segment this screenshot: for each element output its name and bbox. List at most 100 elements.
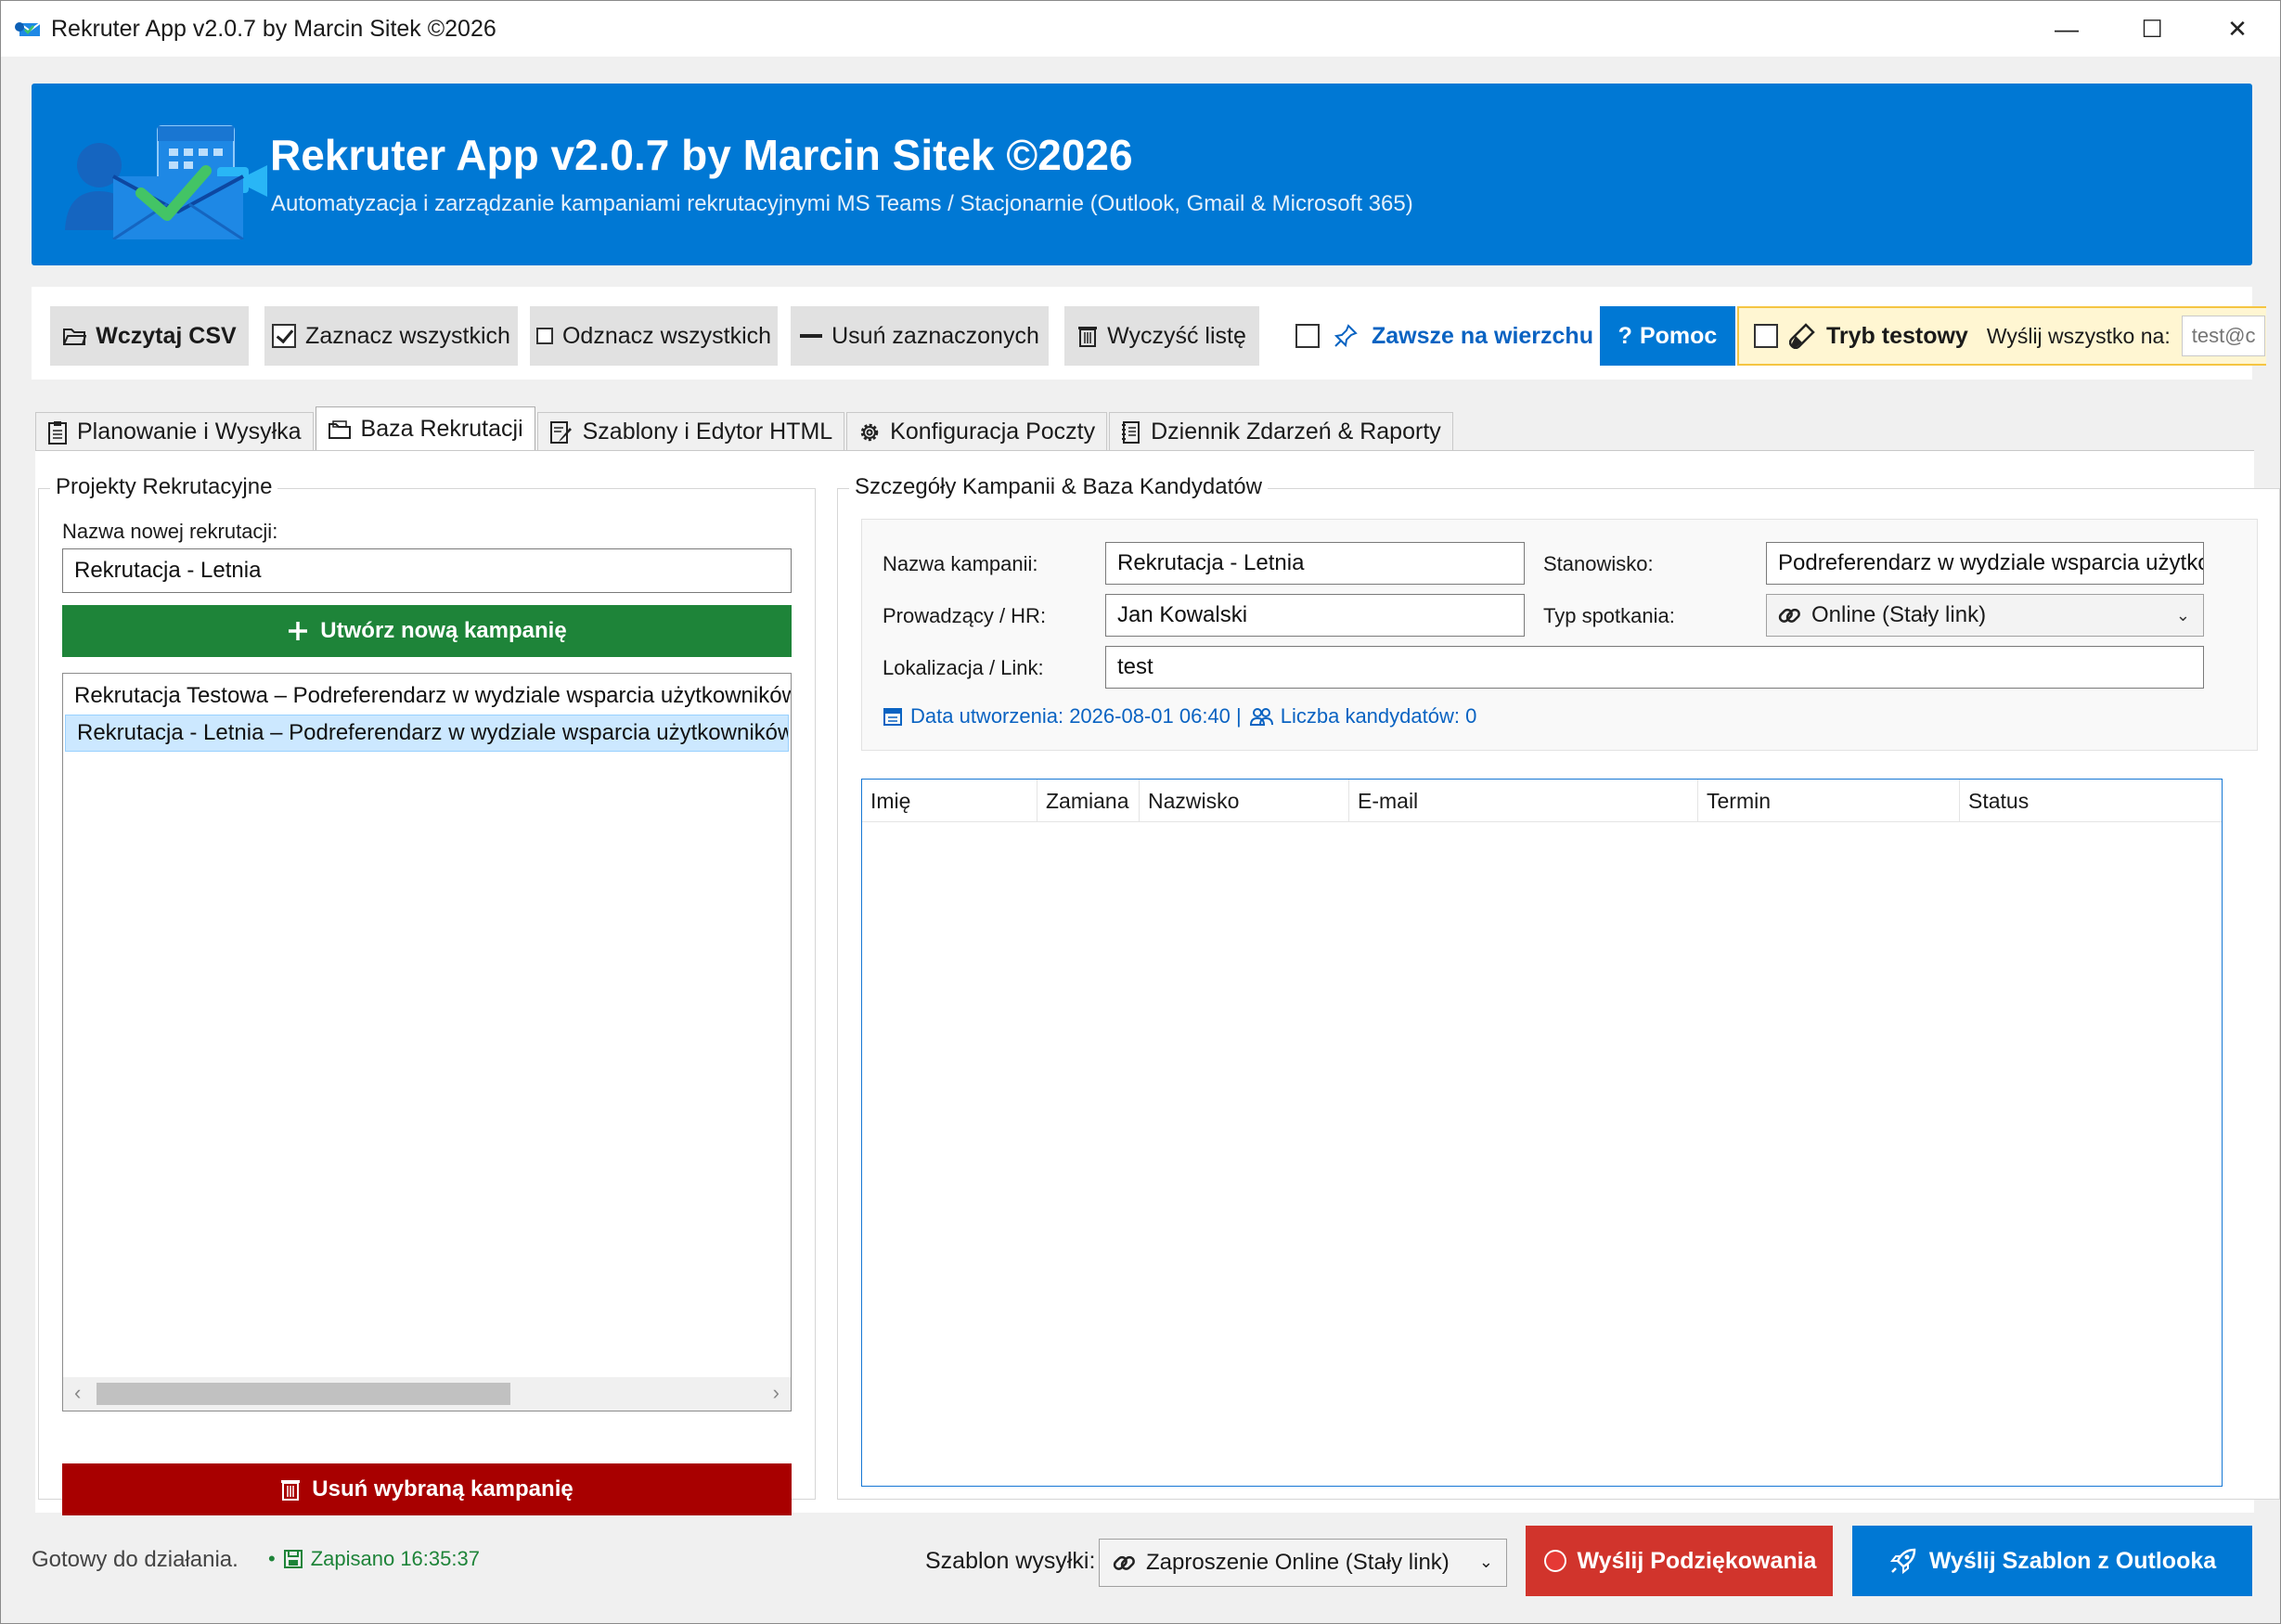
clipboard-icon [47, 420, 68, 445]
maximize-icon: ☐ [2141, 14, 2163, 43]
column-header-last-name[interactable]: Nazwisko [1140, 780, 1349, 822]
table-header: Imię Zamiana Nazwisko E-mail Termin Stat… [862, 780, 2222, 822]
clear-list-label: Wyczyść listę [1107, 322, 1246, 349]
help-label: Pomoc [1639, 322, 1718, 349]
maximize-button[interactable]: ☐ [2109, 1, 2195, 57]
select-all-label: Zaznacz wszystkich [305, 322, 510, 349]
people-icon [1249, 706, 1273, 727]
remove-selected-button[interactable]: Usuń zaznaczonych [791, 306, 1049, 366]
deselect-all-button[interactable]: Odznacz wszystkich [530, 306, 778, 366]
projects-group: Projekty Rekrutacyjne Nazwa nowej rekrut… [38, 474, 816, 1515]
select-all-button[interactable]: Zaznacz wszystkich [264, 306, 518, 366]
meeting-type-select[interactable]: Online (Stały link) ⌄ [1766, 594, 2204, 637]
scroll-left-icon[interactable]: ‹ [74, 1381, 81, 1405]
clear-list-button[interactable]: Wyczyść listę [1064, 306, 1259, 366]
tab-recruitment-db[interactable]: Baza Rekrutacji [315, 406, 535, 451]
tab-templates[interactable]: Szablony i Edytor HTML [536, 412, 845, 451]
red-circle-icon [1542, 1548, 1568, 1574]
hr-label: Prowadzący / HR: [883, 604, 1047, 627]
send-thanks-label: Wyślij Podziękowania [1577, 1547, 1817, 1574]
delete-campaign-button[interactable]: Usuń wybraną kampanię [62, 1463, 792, 1515]
template-select[interactable]: Zaproszenie Online (Stały link) ⌄ [1099, 1539, 1507, 1587]
header-banner: Rekruter App v2.0.7 by Marcin Sitek ©202… [32, 84, 2252, 265]
position-label: Stanowisko: [1543, 552, 1654, 575]
rocket-icon [1888, 1546, 1918, 1576]
checkbox-checked-icon [272, 324, 297, 348]
tab-event-log[interactable]: Dziennik Zdarzeń & Raporty [1109, 412, 1453, 451]
tab-mail-config-label: Konfiguracja Poczty [890, 419, 1096, 445]
trash-icon [280, 1477, 301, 1502]
tab-strip: Planowanie i Wysyłka Baza Rekrutacji Sza… [35, 406, 1455, 451]
trash-icon [1077, 324, 1098, 348]
app-logo-icon [65, 125, 267, 239]
load-csv-button[interactable]: Wczytaj CSV [50, 306, 249, 366]
pin-icon [1333, 323, 1359, 349]
campaign-list-item-selected[interactable]: Rekrutacja - Letnia – Podreferendarz w w… [65, 715, 789, 752]
send-outlook-label: Wyślij Szablon z Outlooka [1928, 1547, 2217, 1574]
campaign-list[interactable]: Rekrutacja Testowa – Podreferendarz w wy… [62, 673, 792, 1411]
close-button[interactable]: ✕ [2195, 1, 2280, 57]
new-campaign-name-input[interactable]: Rekrutacja - Letnia [62, 548, 792, 593]
campaign-name-input[interactable]: Rekrutacja - Letnia [1105, 542, 1525, 585]
window-title: Rekruter App v2.0.7 by Marcin Sitek ©202… [51, 15, 496, 42]
title-bar: Rekruter App v2.0.7 by Marcin Sitek ©202… [1, 1, 2280, 57]
position-input[interactable]: Podreferendarz w wydziale wsparcia użytk… [1766, 542, 2204, 585]
send-all-to-input[interactable] [2181, 316, 2265, 356]
candidate-count-text: Liczba kandydatów: 0 [1280, 704, 1477, 728]
delete-campaign-label: Usuń wybraną kampanię [312, 1476, 573, 1502]
chevron-down-icon: ⌄ [2175, 606, 2190, 625]
candidates-table[interactable]: Imię Zamiana Nazwisko E-mail Termin Stat… [861, 779, 2223, 1487]
location-input[interactable]: test [1105, 646, 2204, 689]
column-header-email[interactable]: E-mail [1349, 780, 1698, 822]
test-mode-label: Tryb testowy [1826, 322, 1968, 349]
minimize-button[interactable]: — [2024, 1, 2109, 57]
test-mode-panel: Tryb testowy Wyślij wszystko na: [1737, 306, 2266, 366]
help-button[interactable]: ? Pomoc [1600, 306, 1735, 366]
tab-planning[interactable]: Planowanie i Wysyłka [35, 412, 314, 451]
new-name-label: Nazwa nowej rekrutacji: [62, 520, 278, 543]
create-campaign-label: Utwórz nową kampanię [320, 618, 567, 643]
link-icon [1111, 1550, 1137, 1576]
scroll-right-icon[interactable]: › [773, 1381, 780, 1405]
template-value: Zaproszenie Online (Stały link) [1146, 1550, 1450, 1575]
campaign-list-item[interactable]: Rekrutacja Testowa – Podreferendarz w wy… [63, 677, 791, 715]
campaign-details-panel: Nazwa kampanii: Rekrutacja - Letnia Stan… [861, 519, 2258, 751]
scrollbar-thumb[interactable] [97, 1383, 510, 1405]
campaign-details-group: Szczegóły Kampanii & Baza Kandydatów Naz… [837, 474, 2280, 1500]
hr-input[interactable]: Jan Kowalski [1105, 594, 1525, 637]
tab-planning-label: Planowanie i Wysyłka [77, 419, 302, 445]
column-header-first-name[interactable]: Imię [862, 780, 1037, 822]
horizontal-scrollbar[interactable]: ‹ › [63, 1377, 791, 1411]
saved-time-text: Zapisano 16:35:37 [310, 1547, 480, 1570]
question-icon: ? [1617, 322, 1632, 349]
document-edit-icon [549, 420, 573, 445]
always-on-top-checkbox[interactable] [1295, 324, 1320, 348]
tab-event-log-label: Dziennik Zdarzeń & Raporty [1151, 419, 1441, 445]
column-header-date[interactable]: Termin [1698, 780, 1960, 822]
app-window: Rekruter App v2.0.7 by Marcin Sitek ©202… [0, 0, 2281, 1624]
status-bullet: • [268, 1547, 276, 1570]
minimize-icon: — [2055, 14, 2079, 43]
window-controls: — ☐ ✕ [2024, 1, 2280, 57]
column-header-status[interactable]: Status [1960, 780, 2222, 822]
projects-group-title: Projekty Rekrutacyjne [50, 474, 278, 500]
test-mode-checkbox[interactable] [1754, 324, 1778, 348]
meeting-type-label: Typ spotkania: [1543, 604, 1675, 627]
column-header-replacement[interactable]: Zamiana [1037, 780, 1140, 822]
always-on-top-toggle[interactable]: Zawsze na wierzchu [1295, 310, 1593, 362]
calendar-icon [883, 706, 903, 727]
send-thanks-button[interactable]: Wyślij Podziękowania [1526, 1526, 1833, 1596]
campaign-info-line: Data utworzenia: 2026-08-01 06:40 | Licz… [883, 704, 1476, 728]
folder-open-icon [62, 326, 87, 346]
meeting-type-value: Online (Stały link) [1811, 602, 1987, 627]
save-icon [283, 1549, 303, 1569]
folder-icon [328, 419, 352, 440]
deselect-all-label: Odznacz wszystkich [561, 322, 772, 349]
create-campaign-button[interactable]: Utwórz nową kampanię [62, 605, 792, 657]
send-outlook-template-button[interactable]: Wyślij Szablon z Outlooka [1852, 1526, 2252, 1596]
send-all-to-label: Wyślij wszystko na: [1986, 323, 2171, 348]
tab-mail-config[interactable]: Konfiguracja Poczty [846, 412, 1108, 451]
checkbox-empty-icon [535, 328, 553, 344]
toolbar: Wczytaj CSV Zaznacz wszystkich Odznacz w… [32, 287, 2266, 380]
load-csv-label: Wczytaj CSV [96, 322, 237, 349]
